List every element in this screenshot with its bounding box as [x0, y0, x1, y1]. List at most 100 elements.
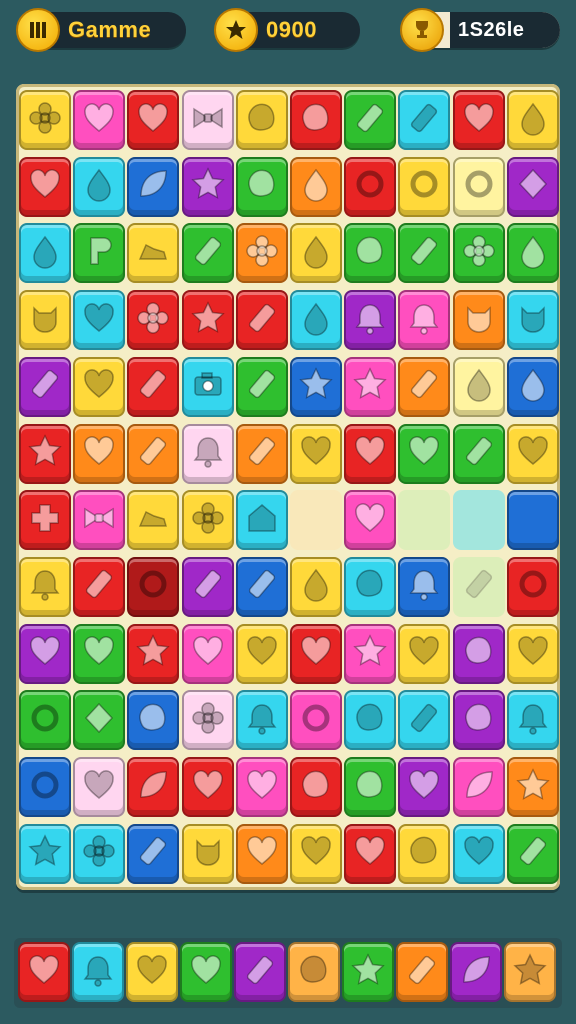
- tray-tile[interactable]: [180, 942, 232, 1002]
- board-tile[interactable]: [19, 156, 71, 217]
- board-tile[interactable]: [235, 423, 288, 484]
- board-tile[interactable]: [398, 90, 451, 150]
- board-tile[interactable]: [398, 223, 451, 284]
- board-tile[interactable]: [506, 623, 559, 684]
- board-tile[interactable]: [19, 556, 71, 617]
- board-tile[interactable]: [127, 623, 180, 684]
- board-tile[interactable]: [506, 556, 559, 617]
- board-tile[interactable]: [181, 90, 234, 150]
- board-tile[interactable]: [452, 356, 505, 417]
- board-tile[interactable]: [235, 556, 288, 617]
- board-tile[interactable]: [181, 223, 234, 284]
- board-tile[interactable]: [344, 623, 397, 684]
- board-tile[interactable]: [127, 823, 180, 884]
- board-tile[interactable]: [344, 423, 397, 484]
- board-tile[interactable]: [344, 156, 397, 217]
- board-tile[interactable]: [73, 290, 126, 351]
- board-tile[interactable]: [398, 356, 451, 417]
- board-tile[interactable]: [19, 290, 71, 351]
- board-tile[interactable]: [235, 823, 288, 884]
- pause-bars-icon[interactable]: [16, 8, 60, 52]
- board-tile[interactable]: [452, 423, 505, 484]
- board-tile[interactable]: [398, 690, 451, 751]
- board-tile[interactable]: [344, 757, 397, 817]
- board-tile[interactable]: [235, 356, 288, 417]
- tray-tile[interactable]: [234, 942, 286, 1002]
- board-tile[interactable]: [398, 290, 451, 351]
- board-tile[interactable]: [398, 556, 451, 617]
- board-tile[interactable]: [290, 623, 342, 684]
- board-tile[interactable]: [19, 223, 71, 284]
- board-tile[interactable]: [181, 556, 234, 617]
- board-tile[interactable]: [19, 90, 71, 150]
- board-tile[interactable]: [506, 423, 559, 484]
- board-tile[interactable]: [452, 623, 505, 684]
- board-tile[interactable]: [506, 90, 559, 150]
- tray-tile[interactable]: [288, 942, 340, 1002]
- board-tile[interactable]: [181, 690, 234, 751]
- tray-tile[interactable]: [126, 942, 178, 1002]
- board-tile[interactable]: [127, 90, 180, 150]
- board-tile[interactable]: [235, 156, 288, 217]
- board-tile[interactable]: [290, 356, 342, 417]
- board-tile[interactable]: [73, 223, 126, 284]
- board-tile[interactable]: [235, 623, 288, 684]
- board-tile[interactable]: [235, 290, 288, 351]
- board-tile[interactable]: [506, 290, 559, 351]
- board-tile[interactable]: [506, 223, 559, 284]
- tray-tile[interactable]: [504, 942, 556, 1002]
- board-tile[interactable]: [290, 423, 342, 484]
- board-tile[interactable]: [181, 490, 234, 551]
- board-tile[interactable]: [235, 757, 288, 817]
- board-tile[interactable]: [19, 623, 71, 684]
- board-tile[interactable]: [19, 823, 71, 884]
- tray-tile[interactable]: [72, 942, 124, 1002]
- board-tile[interactable]: [290, 823, 342, 884]
- board-tile[interactable]: [290, 690, 342, 751]
- board-tile[interactable]: [398, 757, 451, 817]
- board-tile[interactable]: [181, 156, 234, 217]
- board-tile[interactable]: [344, 690, 397, 751]
- board-tile[interactable]: [127, 690, 180, 751]
- board-tile[interactable]: [181, 356, 234, 417]
- board-tile[interactable]: [73, 823, 126, 884]
- board-tile[interactable]: [73, 623, 126, 684]
- board-tile[interactable]: [73, 90, 126, 150]
- board-tile[interactable]: [506, 823, 559, 884]
- board-tile[interactable]: [73, 156, 126, 217]
- board-tile[interactable]: [127, 757, 180, 817]
- board-tile[interactable]: [506, 156, 559, 217]
- board-tile[interactable]: [452, 290, 505, 351]
- board-tile[interactable]: [290, 223, 342, 284]
- board-tile[interactable]: [290, 156, 342, 217]
- board-tile[interactable]: [452, 90, 505, 150]
- board-tile[interactable]: [181, 290, 234, 351]
- board-tile[interactable]: [344, 490, 397, 551]
- board-tile[interactable]: [73, 490, 126, 551]
- board-tile[interactable]: [127, 356, 180, 417]
- board-tile[interactable]: [73, 690, 126, 751]
- board-tile[interactable]: [290, 90, 342, 150]
- board-tile[interactable]: [290, 556, 342, 617]
- board-tile[interactable]: [290, 290, 342, 351]
- board-tile[interactable]: [235, 223, 288, 284]
- board-tile[interactable]: [181, 823, 234, 884]
- board-tile[interactable]: [398, 423, 451, 484]
- board-tile[interactable]: [506, 757, 559, 817]
- board-tile[interactable]: [344, 90, 397, 150]
- board-tile[interactable]: [127, 290, 180, 351]
- board-tile[interactable]: [235, 490, 288, 551]
- level-pill[interactable]: Gamme: [16, 8, 186, 52]
- board-tile[interactable]: [452, 156, 505, 217]
- board-tile[interactable]: [506, 690, 559, 751]
- board-tile[interactable]: [398, 156, 451, 217]
- board-tile[interactable]: [19, 757, 71, 817]
- board-tile[interactable]: [127, 490, 180, 551]
- tray-tile[interactable]: [342, 942, 394, 1002]
- board-tile[interactable]: [19, 690, 71, 751]
- board-tile[interactable]: [73, 556, 126, 617]
- board-tile[interactable]: [506, 490, 559, 551]
- board-tile[interactable]: [127, 423, 180, 484]
- board-tile[interactable]: [19, 423, 71, 484]
- tray-tile[interactable]: [396, 942, 448, 1002]
